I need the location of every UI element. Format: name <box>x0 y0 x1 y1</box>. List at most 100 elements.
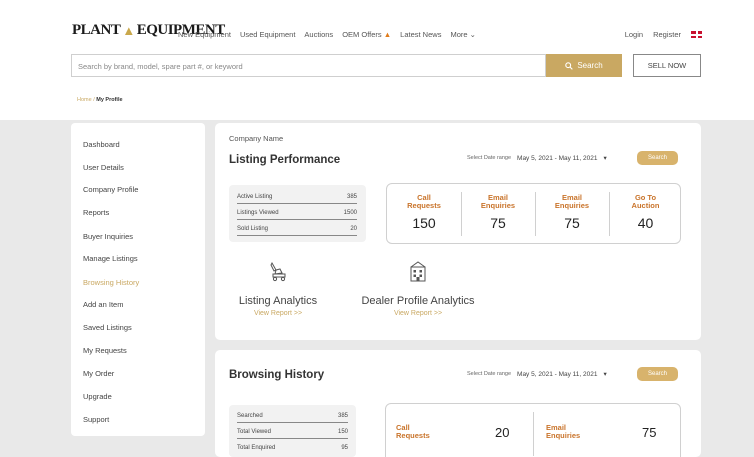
metric-label: Call Requests <box>396 424 430 440</box>
stat-row: Active Listing 385 <box>237 194 357 204</box>
nav-latest-news[interactable]: Latest News <box>400 30 441 39</box>
metric-value: 75 <box>564 215 580 231</box>
stat-label: Total Enquired <box>237 445 276 451</box>
sidebar-item-saved-listings[interactable]: Saved Listings <box>83 323 132 332</box>
analytics-title: Listing Analytics <box>238 295 318 307</box>
sidebar-item-my-order[interactable]: My Order <box>83 369 114 378</box>
date-range-value: May 5, 2021 - May 11, 2021 <box>517 370 598 378</box>
metric-label-line2: Requests <box>407 201 441 210</box>
metric-label-line2: Enquiries <box>546 431 581 440</box>
chevron-down-icon: ⌄ <box>469 30 476 39</box>
uk-flag-icon[interactable] <box>691 31 702 38</box>
browsing-history-card: Browsing History Select Date range May 5… <box>215 350 701 457</box>
metric-call-requests: Call Requests 150 <box>387 184 461 243</box>
sidebar-item-buyer-inquiries[interactable]: Buyer Inquiries <box>83 232 133 241</box>
search-button[interactable]: Search <box>546 54 622 77</box>
metric-label-line2: Enquiries <box>554 201 590 210</box>
nav-auctions[interactable]: Auctions <box>304 30 333 39</box>
stat-row: Searched 385 <box>237 413 348 423</box>
sidebar-item-support[interactable]: Support <box>83 415 109 424</box>
view-report-link[interactable]: View Report >> <box>235 310 321 317</box>
view-report-link[interactable]: View Report >> <box>355 310 481 317</box>
metric-label-line2: Enquiries <box>480 201 516 210</box>
stat-value: 95 <box>341 445 348 451</box>
metric-email-enquiries-2: Email Enquiries 75 <box>535 184 609 243</box>
stat-label: Listings Viewed <box>237 210 279 216</box>
date-range-selector[interactable]: Select Date range May 5, 2021 - May 11, … <box>467 154 607 163</box>
logo-mark-icon: ▲ <box>122 22 135 38</box>
sidebar-item-browsing-history[interactable]: Browsing History <box>83 278 139 287</box>
metric-value: 75 <box>490 215 506 231</box>
nav-used-equipment[interactable]: Used Equipment <box>240 30 295 39</box>
breadcrumb-home[interactable]: Home <box>77 97 92 103</box>
caret-down-icon: ▾ <box>603 155 607 162</box>
breadcrumb: Home / My Profile <box>77 97 123 103</box>
metrics-panel: Call Requests 150 Email Enquiries 75 Email… <box>386 183 681 244</box>
date-search-button[interactable]: Search <box>637 151 678 165</box>
stat-value: 20 <box>350 226 357 232</box>
building-icon <box>410 261 426 282</box>
register-link[interactable]: Register <box>653 30 681 39</box>
nav-oem-offers-label: OEM Offers <box>342 30 382 39</box>
excavator-icon <box>270 261 286 282</box>
sidebar-item-company-profile[interactable]: Company Profile <box>83 185 138 194</box>
sell-now-button[interactable]: SELL NOW <box>633 54 701 77</box>
logo-text-left: PLANT <box>72 22 121 38</box>
metric-label-line2: Auction <box>631 201 660 210</box>
stat-label: Active Listing <box>237 194 273 200</box>
stat-label: Searched <box>237 413 263 419</box>
listing-stats-box: Active Listing 385 Listings Viewed 1500 … <box>229 185 366 242</box>
account-links: Login Register <box>625 30 702 39</box>
metric-label: Email Enquiries <box>461 194 535 210</box>
stat-label: Total Viewed <box>237 429 271 435</box>
sidebar-item-manage-listings[interactable]: Manage Listings <box>83 254 138 263</box>
metric-label: Go To Auction <box>609 194 682 210</box>
caret-down-icon: ▾ <box>603 371 607 378</box>
fire-icon: ▲ <box>383 30 392 39</box>
main-nav: New Equipment Used Equipment Auctions OE… <box>178 30 476 39</box>
listing-analytics-block: Listing Analytics View Report >> <box>235 261 321 317</box>
metric-value: 40 <box>637 215 654 231</box>
date-range-value: May 5, 2021 - May 11, 2021 <box>517 154 598 162</box>
metrics-panel: Call Requests 20 Email Enquiries 75 <box>385 403 681 457</box>
sidebar-item-upgrade[interactable]: Upgrade <box>83 392 112 401</box>
browsing-history-title: Browsing History <box>229 369 325 381</box>
sidebar-item-my-requests[interactable]: My Requests <box>83 346 127 355</box>
sidebar-item-dashboard[interactable]: Dashboard <box>83 140 120 149</box>
listing-performance-title: Listing Performance <box>229 154 341 166</box>
listing-performance-card: Company Name Listing Performance Select … <box>215 123 701 340</box>
stat-value: 385 <box>346 194 357 200</box>
dealer-profile-analytics-block: Dealer Profile Analytics View Report >> <box>355 261 481 317</box>
analytics-title: Dealer Profile Analytics <box>361 295 475 307</box>
metric-go-to-auction[interactable]: Go To Auction 40 <box>609 184 682 243</box>
metric-label: Call Requests <box>387 194 461 210</box>
metric-label: Email Enquiries <box>535 194 609 210</box>
sidebar-item-reports[interactable]: Reports <box>83 208 109 217</box>
stat-row: Listings Viewed 1500 <box>237 210 357 220</box>
divider <box>533 412 534 456</box>
stat-row: Total Enquired 95 <box>237 445 348 454</box>
stat-value: 150 <box>337 429 348 435</box>
search-input[interactable]: Search by brand, model, spare part #, or… <box>71 54 546 77</box>
sidebar-item-add-an-item[interactable]: Add an Item <box>83 300 123 309</box>
metric-value: 20 <box>495 425 510 440</box>
company-name: Company Name <box>229 134 284 143</box>
nav-more[interactable]: More ⌄ <box>450 30 475 39</box>
login-link[interactable]: Login <box>625 30 643 39</box>
metric-email-enquiries: Email Enquiries 75 <box>461 184 535 243</box>
nav-oem-offers[interactable]: OEM Offers ▲ <box>342 30 391 39</box>
sidebar-item-user-details[interactable]: User Details <box>83 163 124 172</box>
profile-sidebar: Dashboard User Details Company Profile R… <box>71 123 205 436</box>
nav-new-equipment[interactable]: New Equipment <box>178 30 231 39</box>
browsing-stats-box: Searched 385 Total Viewed 150 Total Enqu… <box>229 405 356 457</box>
date-range-selector[interactable]: Select Date range May 5, 2021 - May 11, … <box>467 370 607 379</box>
stat-value: 385 <box>337 413 348 419</box>
metric-label-line2: Requests <box>396 431 430 440</box>
date-range-label: Select Date range <box>467 371 512 377</box>
date-range-label: Select Date range <box>467 155 512 161</box>
metric-value: 150 <box>412 215 436 231</box>
search-icon <box>565 61 574 70</box>
date-search-button[interactable]: Search <box>637 367 678 381</box>
metric-label: Email Enquiries <box>546 424 580 440</box>
site-header: PLANT ▲ EQUIPMENT New Equipment Used Equ… <box>0 0 754 120</box>
